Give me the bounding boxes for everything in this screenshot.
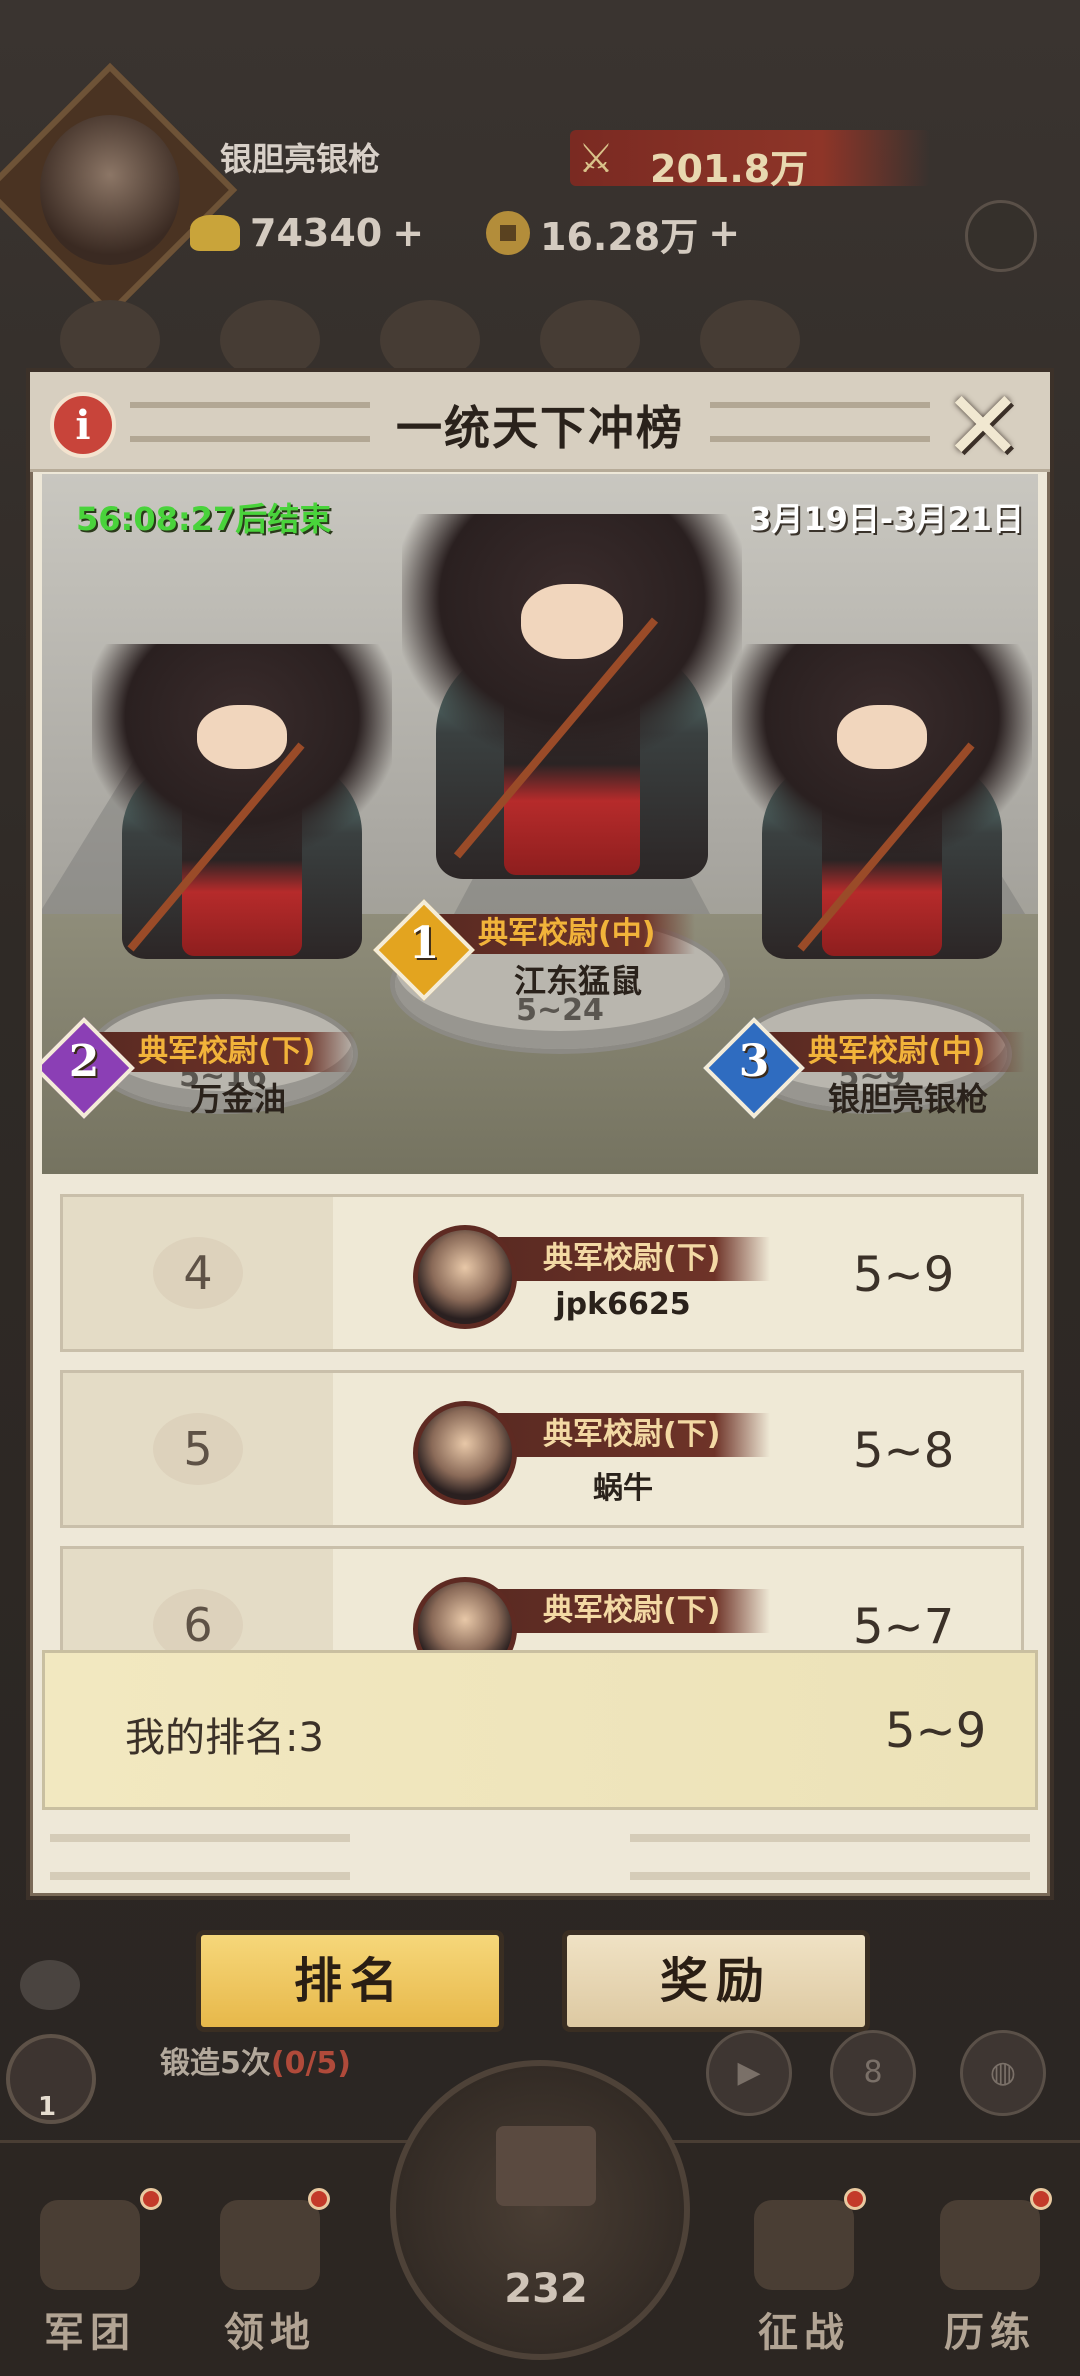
- add-coin-button[interactable]: +: [708, 211, 740, 255]
- hero-rank-1[interactable]: [402, 514, 742, 954]
- player-name: 银胆亮银枪: [220, 140, 381, 178]
- podium-banner-rank-1: 典军校尉(中) 1 江东猛鼠: [373, 899, 748, 1001]
- chat-bar[interactable]: [20, 1960, 180, 2020]
- row-title: 典军校尉(下): [493, 1237, 771, 1281]
- row-level: 5~7: [853, 1599, 955, 1655]
- forge-task-count: (0/5): [270, 2046, 352, 2081]
- row-player-name: jpk6625: [555, 1287, 691, 1322]
- modal-header: i 一统天下冲榜 ✕: [30, 372, 1050, 474]
- copper-coin-icon: [486, 211, 530, 255]
- row-title: 典军校尉(下): [493, 1413, 771, 1457]
- list-item[interactable]: 4 典军校尉(下) jpk6625 5~9: [60, 1194, 1024, 1352]
- list-item[interactable]: 5 典军校尉(下) 蜗牛 5~8: [60, 1370, 1024, 1528]
- campaign-icon: [754, 2200, 854, 2290]
- power-display: ⚔ 201.8万: [570, 130, 930, 191]
- ranking-modal: i 一统天下冲榜 ✕ 56:08:27后结束 3月19日-3月21日 5~16 …: [26, 368, 1054, 1900]
- tab-rank[interactable]: 排名: [196, 1930, 504, 2032]
- gold-ingot-icon: [190, 215, 240, 251]
- my-rank-level: 5~9: [885, 1703, 987, 1759]
- chat-bubble-icon[interactable]: [20, 1960, 80, 2010]
- power-value: 201.8万: [650, 147, 809, 191]
- anvil-count: 232: [504, 2266, 588, 2312]
- top-hud: 银胆亮银枪 ⚔ 201.8万 74340 + 16.28万 +: [0, 62, 1080, 318]
- row-level: 5~9: [853, 1247, 955, 1303]
- row-player-name: 蜗牛: [593, 1471, 653, 1506]
- rank-title: 典军校尉(中): [768, 1032, 1026, 1072]
- row-rank: 4: [153, 1237, 243, 1309]
- countdown-timer: 56:08:27后结束: [76, 500, 332, 538]
- forge-task[interactable]: 锻造5次(0/5): [160, 2038, 351, 2082]
- anvil-hammer-icon: [496, 2126, 596, 2206]
- my-rank-label: 我的排名:3: [125, 1715, 324, 1761]
- forge-anvil-button[interactable]: 232: [390, 2060, 690, 2360]
- coin-currency: 16.28万 +: [486, 208, 740, 259]
- notification-dot: [1030, 2188, 1052, 2210]
- ingot-amount: 74340: [250, 211, 383, 255]
- speed-badge[interactable]: 8: [830, 2030, 916, 2116]
- podium-scene: 56:08:27后结束 3月19日-3月21日 5~16 5~9 5~24 典军…: [42, 474, 1038, 1174]
- nav-label: 军团: [44, 2310, 136, 2356]
- play-speed-button[interactable]: ▶: [706, 2030, 792, 2116]
- ranking-list[interactable]: 4 典军校尉(下) jpk6625 5~9 5 典军校尉(下) 蜗牛 5~8 6…: [60, 1194, 1024, 1674]
- podium-banner-rank-2: 典军校尉(下) 2 万金油: [42, 1017, 408, 1119]
- footer-fret-left: [50, 1834, 350, 1880]
- rank-title: 典军校尉(下): [98, 1032, 356, 1072]
- scroll-menu-icon[interactable]: [965, 200, 1037, 272]
- event-date-range: 3月19日-3月21日: [749, 500, 1024, 538]
- nav-campaign[interactable]: 征战: [734, 2188, 874, 2356]
- notification-dot: [140, 2188, 162, 2210]
- hero-rank-3[interactable]: [732, 644, 1032, 1024]
- ingot-currency: 74340 +: [190, 208, 424, 258]
- training-book-icon: [940, 2200, 1040, 2290]
- my-rank-bar: 我的排名:3 5~9: [42, 1650, 1038, 1810]
- forge-task-label: 锻造5次: [160, 2046, 271, 2081]
- coin-amount: 16.28万: [540, 214, 699, 259]
- footer-fret-right: [630, 1834, 1030, 1880]
- player-name: 江东猛鼠: [513, 962, 642, 1000]
- modal-title: 一统天下冲榜: [396, 401, 684, 455]
- row-rank: 5: [153, 1413, 243, 1485]
- bag-button[interactable]: ◍: [960, 2030, 1046, 2116]
- add-ingot-button[interactable]: +: [392, 211, 424, 255]
- close-button[interactable]: ✕: [935, 378, 1031, 474]
- bag-count: 1: [38, 2092, 57, 2122]
- avatar: [413, 1225, 517, 1329]
- nav-label: 历练: [944, 2310, 1036, 2356]
- avatar: [413, 1401, 517, 1505]
- tab-reward[interactable]: 奖励: [562, 1930, 870, 2032]
- nav-label: 领地: [224, 2310, 316, 2356]
- notification-dot: [308, 2188, 330, 2210]
- hero-rank-2[interactable]: [92, 644, 392, 1024]
- crossed-swords-icon: ⚔: [578, 136, 614, 182]
- player-name: 银胆亮银枪: [827, 1080, 988, 1118]
- row-level: 5~8: [853, 1423, 955, 1479]
- nav-territory[interactable]: 领地: [200, 2188, 340, 2356]
- nav-training[interactable]: 历练: [920, 2188, 1060, 2356]
- row-title: 典军校尉(下): [493, 1589, 771, 1633]
- player-avatar[interactable]: [40, 115, 180, 265]
- territory-icon: [220, 2200, 320, 2290]
- player-name: 万金油: [189, 1080, 286, 1118]
- podium-banner-rank-3: 典军校尉(中) 3 银胆亮银枪: [703, 1017, 1038, 1119]
- nav-label: 征战: [758, 2310, 850, 2356]
- legion-icon: [40, 2200, 140, 2290]
- nav-legion[interactable]: 军团: [20, 2188, 162, 2356]
- rank-title: 典军校尉(中): [438, 914, 696, 954]
- notification-dot: [844, 2188, 866, 2210]
